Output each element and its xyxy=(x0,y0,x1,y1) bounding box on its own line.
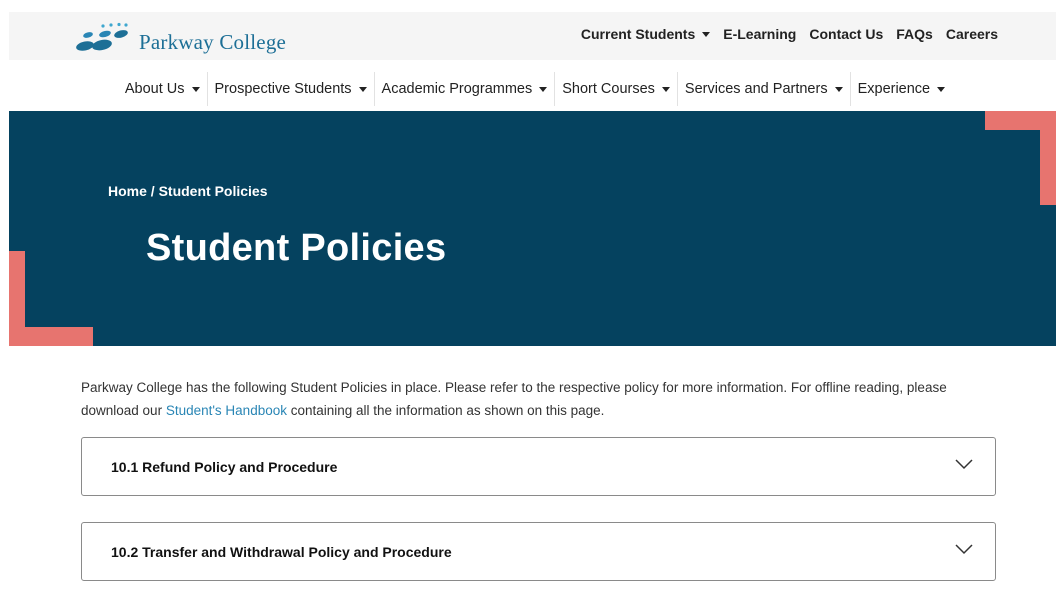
utility-item-label: E-Learning xyxy=(723,26,797,42)
nav-item-label: Prospective Students xyxy=(214,81,352,97)
caret-down-icon xyxy=(539,87,548,92)
utility-item-faqs[interactable]: FAQs xyxy=(896,26,933,42)
nav-item-academic-programmes[interactable]: Academic Programmes xyxy=(375,72,556,106)
nav-item-short-courses[interactable]: Short Courses xyxy=(555,72,678,106)
nav-item-label: Academic Programmes xyxy=(381,81,533,97)
breadcrumb-current: Student Policies xyxy=(158,183,268,199)
caret-down-icon xyxy=(191,87,200,92)
utility-item-contact-us[interactable]: Contact Us xyxy=(809,26,883,42)
nav-item-label: Experience xyxy=(857,81,931,97)
accordion-refund-policy[interactable]: 10.1 Refund Policy and Procedure xyxy=(81,437,996,496)
intro-paragraph: Parkway College has the following Studen… xyxy=(81,376,981,422)
students-handbook-link[interactable]: Student's Handbook xyxy=(166,403,287,418)
hero-banner: Home / Student Policies Student Policies xyxy=(9,111,1056,346)
accordion-transfer-withdrawal-policy[interactable]: 10.2 Transfer and Withdrawal Policy and … xyxy=(81,522,996,581)
nav-item-services-and-partners[interactable]: Services and Partners xyxy=(678,72,851,106)
nav-item-label: Short Courses xyxy=(562,81,655,97)
chevron-down-icon xyxy=(955,544,973,555)
breadcrumb-home-link[interactable]: Home xyxy=(108,183,147,199)
top-utility-bar: Parkway College Current Students E-Learn… xyxy=(9,12,1056,60)
brand-name: Parkway College xyxy=(139,29,287,54)
intro-text-after: containing all the information as shown … xyxy=(286,403,605,418)
brand-logo[interactable]: Parkway College xyxy=(75,18,286,58)
caret-down-icon xyxy=(702,32,711,37)
page-title: Student Policies xyxy=(146,227,447,269)
utility-item-label: FAQs xyxy=(896,26,933,42)
utility-item-careers[interactable]: Careers xyxy=(946,26,998,42)
nav-item-label: Services and Partners xyxy=(684,81,828,97)
decor-corner-top-right-side xyxy=(1040,111,1056,205)
main-nav: About Us Prospective Students Academic P… xyxy=(0,72,1056,106)
utility-item-label: Careers xyxy=(945,26,998,42)
caret-down-icon xyxy=(937,87,946,92)
utility-item-label: Current Students xyxy=(580,26,696,42)
caret-down-icon xyxy=(834,87,843,92)
nav-item-label: About Us xyxy=(124,81,185,97)
caret-down-icon xyxy=(358,87,367,92)
breadcrumb: Home / Student Policies xyxy=(108,183,268,199)
caret-down-icon xyxy=(661,87,670,92)
decor-corner-bottom-left xyxy=(9,327,93,346)
logo-mark-icon xyxy=(76,22,128,51)
utility-item-label: Contact Us xyxy=(809,26,884,42)
nav-item-experience[interactable]: Experience xyxy=(851,72,953,106)
chevron-down-icon xyxy=(955,459,973,470)
nav-item-prospective-students[interactable]: Prospective Students xyxy=(208,72,375,106)
accordion-title: 10.1 Refund Policy and Procedure xyxy=(111,459,338,475)
nav-item-about-us[interactable]: About Us xyxy=(118,72,208,106)
utility-item-e-learning[interactable]: E-Learning xyxy=(723,26,796,42)
breadcrumb-separator: / xyxy=(146,183,159,199)
utility-nav: Current Students E-Learning Contact Us F… xyxy=(581,26,998,42)
utility-item-current-students[interactable]: Current Students xyxy=(580,26,711,42)
accordion-title: 10.2 Transfer and Withdrawal Policy and … xyxy=(111,544,452,560)
